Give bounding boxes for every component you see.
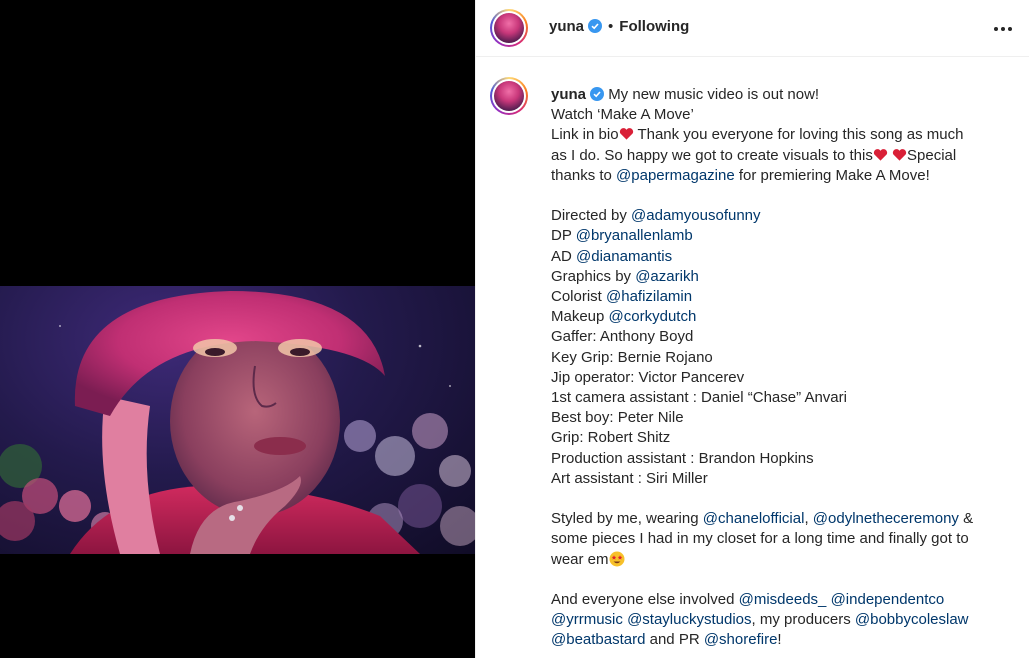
- crew-line: Production assistant : Brandon Hopkins: [551, 449, 814, 467]
- post-side-panel: yuna • Following yuna My new music video i…: [475, 0, 1029, 658]
- mention-link[interactable]: @adamyousofunny: [631, 207, 760, 224]
- mention-link[interactable]: @odylnetheceremony: [813, 510, 959, 527]
- post-media[interactable]: [0, 0, 475, 658]
- caption-text: !: [777, 631, 782, 649]
- header-username[interactable]: yuna: [549, 18, 584, 35]
- crew-line: Key Grip: Bernie Rojano: [551, 348, 713, 366]
- caption-text: as I do. So happy we got to create visua…: [551, 146, 873, 164]
- video-still-image: [0, 291, 475, 554]
- caption-username[interactable]: yuna: [551, 86, 586, 103]
- crew-line: 1st camera assistant : Daniel “Chase” An…: [551, 389, 847, 407]
- credit-role: AD: [551, 247, 577, 265]
- avatar[interactable]: [490, 9, 528, 47]
- mention-link[interactable]: @yrrmusic: [551, 611, 623, 628]
- credit-role: Makeup: [551, 308, 609, 326]
- mention-link[interactable]: @beatbastard: [551, 631, 645, 648]
- following-button[interactable]: Following: [619, 18, 689, 35]
- crew-line: Jip operator: Victor Pancerev: [551, 368, 745, 386]
- caption-text: wear em: [551, 550, 609, 568]
- music-video-frame[interactable]: [0, 286, 475, 554]
- caption-text: Thank you everyone for loving this song …: [633, 126, 964, 144]
- mention-link[interactable]: @misdeeds_: [739, 591, 827, 608]
- star-struck-emoji-icon: [609, 551, 625, 567]
- red-heart-emoji-icon: [619, 128, 633, 141]
- post-header: yuna • Following: [476, 0, 1029, 57]
- mention-link[interactable]: @independentco: [831, 591, 945, 608]
- mention-link[interactable]: @corkydutch: [609, 308, 697, 325]
- verified-badge-icon: [588, 19, 603, 33]
- caption-text: some pieces I had in my closet for a lon…: [551, 530, 969, 548]
- mention-link[interactable]: @papermagazine: [616, 167, 735, 184]
- mention-link[interactable]: @chanelofficial: [703, 510, 805, 527]
- mention-link[interactable]: @bryanallenlamb: [576, 227, 693, 244]
- more-options-icon[interactable]: [994, 18, 1016, 38]
- caption-text: Watch ‘Make A Move’: [551, 106, 694, 124]
- mention-link[interactable]: @azarikh: [635, 268, 699, 285]
- mention-link[interactable]: @hafizilamin: [606, 288, 692, 305]
- mention-link[interactable]: @shorefire: [704, 631, 778, 648]
- caption-text: , my producers: [751, 611, 855, 629]
- caption-text: and PR: [645, 631, 704, 649]
- caption-text: &: [958, 510, 974, 528]
- caption-text: thanks to: [551, 166, 617, 184]
- red-heart-emoji-icon: [873, 148, 887, 161]
- caption-text: Styled by me, wearing: [551, 510, 703, 528]
- caption-text: Special: [907, 146, 957, 164]
- crew-line: Art assistant : Siri Miller: [551, 469, 708, 487]
- credit-role: Graphics by: [551, 267, 636, 285]
- caption-text: for premiering Make A Move!: [734, 166, 930, 184]
- mention-link[interactable]: @stayluckystudios: [627, 611, 751, 628]
- credit-role: DP: [551, 227, 576, 245]
- mention-link[interactable]: @bobbycoleslaw: [855, 611, 969, 628]
- caption-text: ,: [804, 510, 813, 528]
- verified-badge-icon: [590, 87, 605, 101]
- separator-dot: •: [608, 18, 614, 35]
- credit-role: Colorist: [551, 288, 607, 306]
- post-caption: yuna My new music video is out now! Watc…: [551, 85, 1011, 651]
- red-heart-emoji-icon: [892, 148, 907, 161]
- caption-avatar[interactable]: [490, 77, 528, 115]
- caption-text: My new music video is out now!: [608, 86, 820, 103]
- caption-text: And everyone else involved: [551, 591, 739, 609]
- caption-text: Link in bio: [551, 126, 619, 144]
- crew-line: Gaffer: Anthony Boyd: [551, 328, 694, 346]
- mention-link[interactable]: @dianamantis: [576, 248, 672, 265]
- crew-line: Grip: Robert Shitz: [551, 429, 671, 447]
- crew-line: Best boy: Peter Nile: [551, 409, 684, 427]
- credit-role: Directed by: [551, 207, 632, 225]
